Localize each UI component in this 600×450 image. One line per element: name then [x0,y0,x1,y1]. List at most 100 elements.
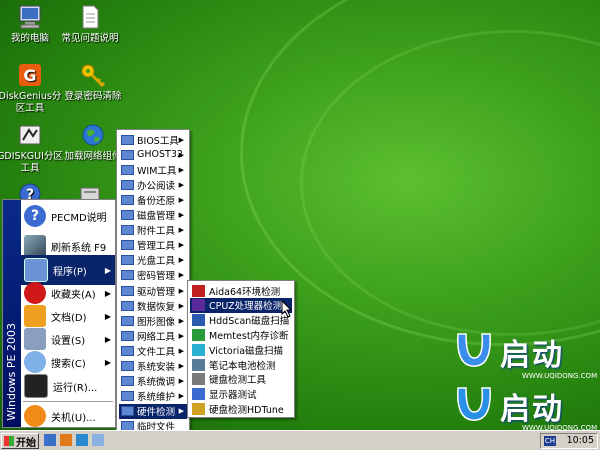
aida64-icon [192,284,205,297]
folder-icon [121,149,134,160]
start-menu-item-label: 设置(S) [51,335,86,347]
folder-icon [121,210,134,220]
desktop-icon-label: 常见问题说明 [61,33,119,44]
start-menu-sidebar: Windows PE 2003 [3,200,21,427]
system-tray: CH 10:05 [540,433,598,449]
uqidong-logo: 启动 WWW.UQIDONG.COM [452,328,597,389]
folder-icon [121,391,134,402]
hardware-menu-item-label: CPUZ处理器检测 [209,301,283,313]
submenu-arrow-icon: ▶ [178,135,184,144]
submenu-arrow-icon: ▶ [178,256,184,265]
start-menu-item-run[interactable]: 运行(R)... [21,371,115,401]
programs-menu-item[interactable]: 图形图像 ▶ [119,313,187,328]
programs-menu-item[interactable]: 办公阅读 ▶ [119,177,187,192]
logo-url: WWW.UQIDONG.COM [522,372,598,380]
quicklaunch-desktop-icon[interactable] [44,434,56,446]
programs-menu-item-label: 驱动管理 [137,286,176,298]
hardware-menu-item[interactable]: CPUZ处理器检测 [190,297,292,313]
hardware-menu-item[interactable]: Aida64环境检测 [190,283,292,298]
folder-icon [121,330,134,341]
submenu-arrow-icon: ▶ [178,271,184,280]
programs-menu-item[interactable]: WIM工具 ▶ [119,162,187,177]
programs-menu-item[interactable]: 管理工具 ▶ [119,238,187,253]
hardware-menu-item[interactable]: Memtest内存诊断 [190,327,292,342]
programs-menu-item[interactable]: 附件工具 ▶ [119,223,187,238]
programs-menu-item[interactable]: 网络工具 ▶ [119,328,187,343]
run-icon [24,374,48,398]
refresh-icon [24,235,46,257]
gdiskgui-icon [17,122,43,148]
programs-menu-item-label: 磁盘管理 [137,211,176,222]
submenu-arrow-icon: ▶ [104,357,111,367]
hardware-menu-item-label: Aida64环境检测 [209,286,281,298]
folder-icon [121,164,134,175]
programs-menu-item-label: 网络工具 [137,331,176,343]
start-menu-item-label: 搜索(C) [51,358,86,370]
programs-menu-item[interactable]: 磁盘管理 ▶ [119,208,187,223]
folder-icon [121,315,134,326]
help-icon: ? [24,205,46,227]
submenu-arrow-icon: ▶ [178,180,184,189]
submenu-arrow-icon: ▶ [104,265,111,275]
programs-menu-item[interactable]: 系统维护 ▶ [119,389,187,404]
submenu-arrow-icon: ▶ [178,407,184,416]
programs-menu-item-label: 数据恢复 [137,301,176,313]
programs-menu-item-label: 备份还原 [137,195,176,207]
programs-menu-item[interactable]: 光盘工具 ▶ [119,253,187,268]
programs-menu-item[interactable]: 文件工具 ▶ [119,343,187,358]
programs-menu-item[interactable]: 系统安装 ▶ [119,359,187,374]
hardware-menu-item-label: 笔记本电池检测 [209,360,276,372]
start-menu-item-pecmd[interactable]: ? PECMD说明 [21,201,115,231]
start-menu-item-label: 刷新系统 F9 [51,242,107,254]
desktop-icon-password-clear[interactable]: 登录密码清除 [55,62,131,103]
programs-menu: BIOS工具 ▶ GHOST32 ▶ WIM工具 ▶ 办公阅读 ▶ 备份还原 ▶ 磁盘管理 ▶ 附件工具… [116,129,190,449]
hardware-menu-item[interactable]: 键盘检测工具 [190,372,292,387]
windows-logo-icon [4,436,14,446]
programs-menu-item[interactable]: BIOS工具 ▶ [119,132,187,147]
programs-menu-item-label: 文件工具 [137,346,176,358]
programs-menu-item-label: 硬件检测 [137,407,176,419]
ime-indicator[interactable]: CH [544,436,556,446]
programs-menu-item[interactable]: GHOST32 ▶ [119,147,187,162]
hardware-menu-item[interactable]: 硬盘检测HDTune [190,401,292,416]
hardware-menu-item-label: Victoria磁盘扫描 [209,345,284,357]
folder-icon [121,179,134,190]
start-button[interactable]: 开始 [1,433,39,449]
desktop-icon-label: 加载网络组件 [64,151,122,162]
programs-menu-item-label: BIOS工具 [137,135,179,147]
cpuz-icon [192,299,205,312]
hardware-menu-item[interactable]: HddScan磁盘扫描 [190,313,292,328]
submenu-arrow-icon: ▶ [178,150,184,159]
hardware-menu-item-label: 键盘检测工具 [209,375,267,387]
hardware-menu-item[interactable]: Victoria磁盘扫描 [190,342,292,357]
programs-menu-item-label: 管理工具 [137,241,176,253]
shutdown-icon [24,405,46,427]
quicklaunch-network-icon[interactable] [76,434,88,446]
programs-menu-item[interactable]: 硬件检测 ▶ [119,403,187,419]
submenu-arrow-icon: ▶ [178,331,184,340]
clock[interactable]: 10:05 [567,435,594,446]
programs-menu-item[interactable]: 备份还原 ▶ [119,192,187,207]
submenu-arrow-icon: ▶ [104,288,111,298]
folder-icon [121,285,134,296]
folder-icon [121,225,134,236]
programs-menu-item[interactable]: 系统微调 ▶ [119,374,187,389]
start-menu: Windows PE 2003 ? PECMD说明 刷新系统 F9 程序(P) … [2,199,116,428]
hdtune-icon [192,402,205,415]
hardware-menu-item-label: HddScan磁盘扫描 [209,316,290,328]
quicklaunch-explorer-icon[interactable] [60,434,72,446]
programs-menu-item[interactable]: 数据恢复 ▶ [119,298,187,313]
hardware-menu-item-label: 硬盘检测HDTune [209,404,284,416]
submenu-arrow-icon: ▶ [178,241,184,250]
hardware-menu-item[interactable]: 笔记本电池检测 [190,357,292,372]
hddscan-icon [192,314,205,327]
start-menu-item-shutdown[interactable]: 关机(U)... [21,401,115,431]
desktop-icon-faq[interactable]: 常见问题说明 [55,4,125,45]
submenu-arrow-icon: ▶ [178,301,184,310]
folder-icon [121,255,134,266]
programs-menu-item[interactable]: 密码管理 ▶ [119,268,187,283]
programs-menu-item[interactable]: 驱动管理 ▶ [119,283,187,298]
quicklaunch-folder-icon[interactable] [92,434,104,446]
hardware-test-menu: Aida64环境检测 CPUZ处理器检测 HddScan磁盘扫描 Memtest内存诊… [187,280,295,418]
hardware-menu-item[interactable]: 显示器测试 [190,387,292,402]
